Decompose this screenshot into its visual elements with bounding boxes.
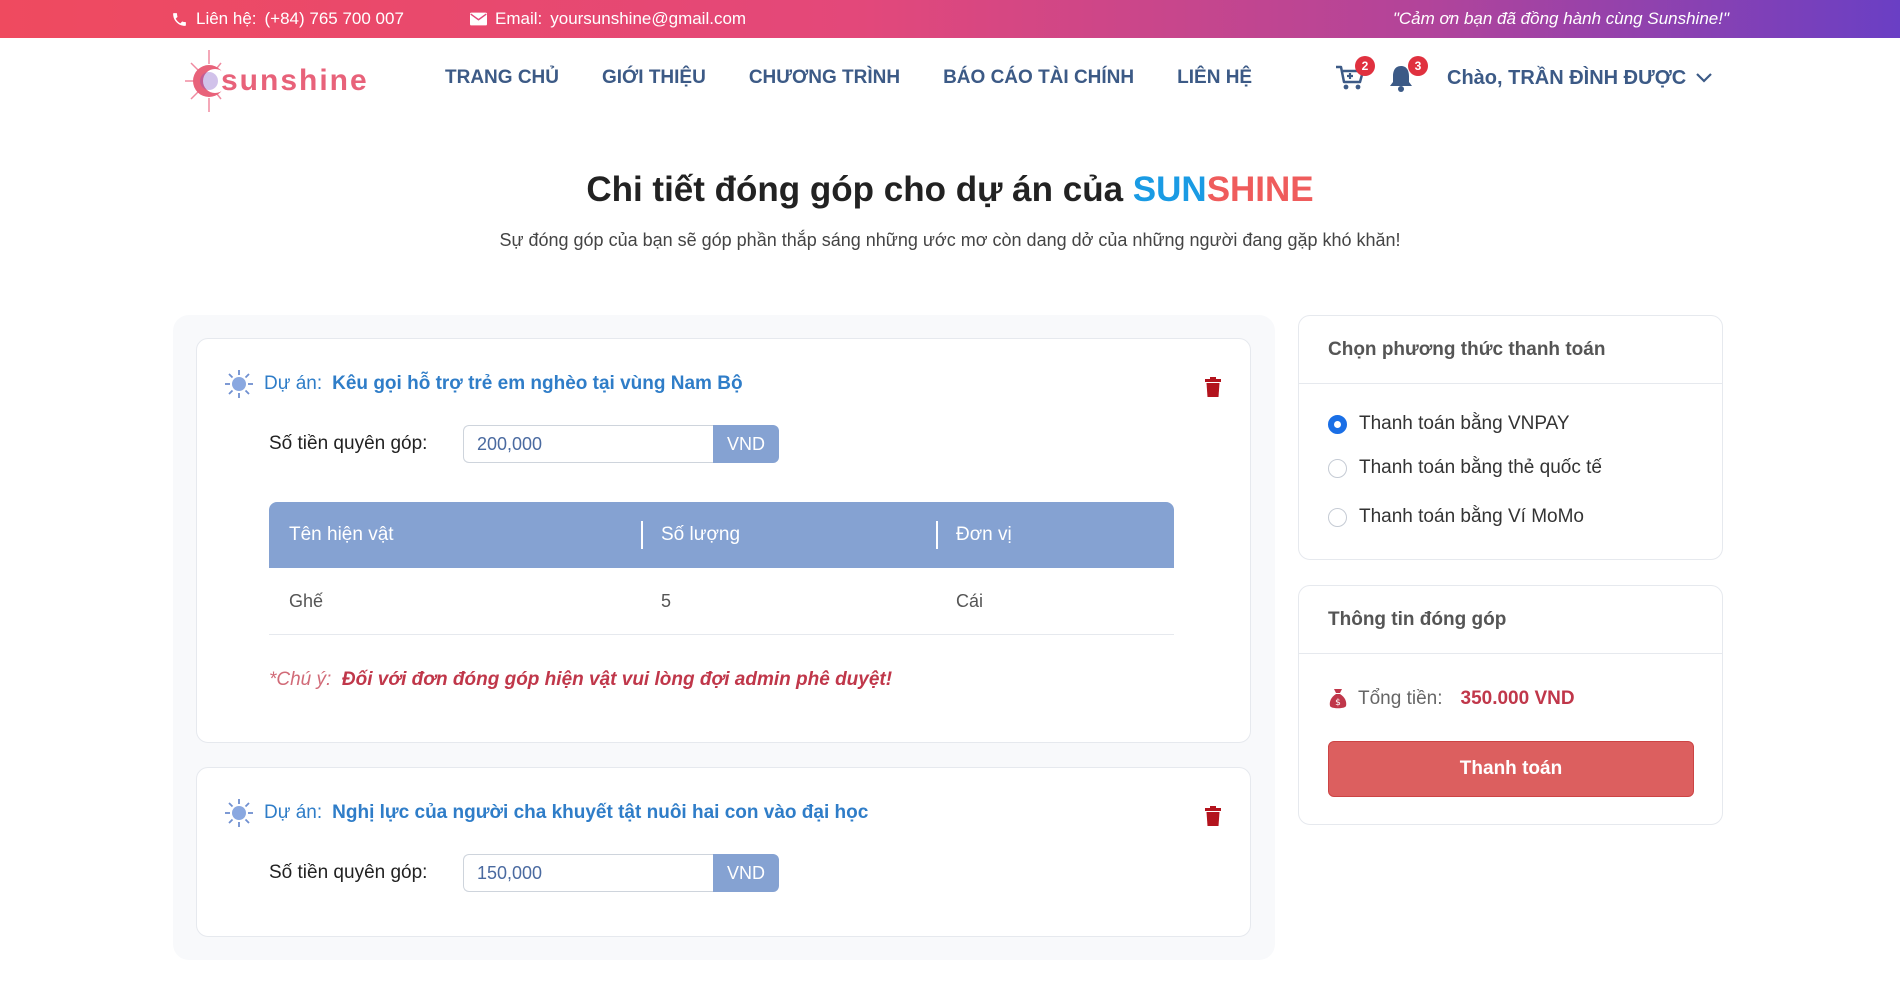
user-menu[interactable]: Chào, TRẦN ĐÌNH ĐƯỢC xyxy=(1447,38,1712,118)
cell-unit: Cái xyxy=(956,590,984,611)
nav-programs[interactable]: CHƯƠNG TRÌNH xyxy=(749,67,900,89)
nav-about[interactable]: GIỚI THIỆU xyxy=(602,67,706,89)
nav-financial-report[interactable]: BÁO CÁO TÀI CHÍNH xyxy=(943,67,1134,89)
total-value: 350.000 VND xyxy=(1460,688,1575,709)
radio-momo[interactable] xyxy=(1328,507,1347,527)
nav-contact[interactable]: LIÊN HỆ xyxy=(1177,67,1252,89)
phone-number[interactable]: (+84) 765 700 007 xyxy=(265,9,404,29)
brand-shine: SHINE xyxy=(1206,170,1314,209)
contribution-card: Dự án: Nghị lực của người cha khuyết tật… xyxy=(196,767,1251,937)
radio-intl-card[interactable] xyxy=(1328,458,1347,478)
sun-icon xyxy=(225,370,253,398)
option-label: Thanh toán bằng Ví MoMo xyxy=(1359,506,1584,527)
payment-option-intl-card[interactable]: Thanh toán bằng thẻ quốc tế xyxy=(1328,457,1602,479)
project-name[interactable]: Nghị lực của người cha khuyết tật nuôi h… xyxy=(332,802,868,824)
email-label: Email: xyxy=(495,9,543,28)
contribution-summary-card: Thông tin đóng góp $ Tổng tiền: 350.000 … xyxy=(1298,585,1723,825)
phone-icon xyxy=(171,11,188,28)
contribution-card: Dự án: Kêu gọi hỗ trợ trẻ em nghèo tại v… xyxy=(196,338,1251,743)
column-header-quantity: Số lượng xyxy=(641,521,936,549)
sun-icon xyxy=(225,799,253,827)
payment-method-card: Chọn phương thức thanh toán Thanh toán b… xyxy=(1298,315,1723,560)
site-logo[interactable]: sunshine xyxy=(183,48,369,114)
amount-label: Số tiền quyên góp: xyxy=(269,862,428,883)
cart-button[interactable]: 2 xyxy=(1335,56,1375,94)
cell-item: Ghế xyxy=(289,590,324,611)
checkout-button[interactable]: Thanh toán xyxy=(1328,741,1694,797)
delete-contribution-button[interactable] xyxy=(1204,806,1222,826)
option-label: Thanh toán bằng thẻ quốc tế xyxy=(1359,457,1602,478)
contact-phone[interactable]: Liên hệ: (+84) 765 700 007 xyxy=(171,0,404,38)
project-label: Dự án: xyxy=(264,373,323,394)
main-header: sunshine TRANG CHỦ GIỚI THIỆU CHƯƠNG TRÌ… xyxy=(0,38,1900,118)
currency-addon: VND xyxy=(713,854,779,892)
phone-label: Liên hệ: xyxy=(196,9,257,28)
payment-option-momo[interactable]: Thanh toán bằng Ví MoMo xyxy=(1328,506,1584,528)
page-title: Chi tiết đóng góp cho dự án của SUNSHINE xyxy=(0,170,1900,210)
option-label: Thanh toán bằng VNPAY xyxy=(1359,413,1570,434)
summary-title: Thông tin đóng góp xyxy=(1299,586,1722,654)
amount-row: Số tiền quyên góp: VND xyxy=(269,854,779,892)
delete-contribution-button[interactable] xyxy=(1204,377,1222,397)
email-address[interactable]: yoursunshine@gmail.com xyxy=(550,9,746,29)
trash-icon xyxy=(1205,377,1221,397)
top-contact-bar: Liên hệ: (+84) 765 700 007 Email: yoursu… xyxy=(0,0,1900,38)
cell-quantity: 5 xyxy=(661,590,672,611)
contributions-panel: Dự án: Kêu gọi hỗ trợ trẻ em nghèo tại v… xyxy=(173,315,1275,960)
currency-addon: VND xyxy=(713,425,779,463)
total-row: $ Tổng tiền: 350.000 VND xyxy=(1328,688,1575,710)
page-subtitle: Sự đóng góp của bạn sẽ góp phần thắp sán… xyxy=(499,230,1401,250)
page-title-text: Chi tiết đóng góp cho dự án của xyxy=(586,170,1124,209)
notification-button[interactable]: 3 xyxy=(1388,56,1428,94)
project-label: Dự án: xyxy=(264,802,323,823)
payment-method-title: Chọn phương thức thanh toán xyxy=(1299,316,1722,384)
column-header-unit: Đơn vị xyxy=(936,521,1174,549)
nav-home[interactable]: TRANG CHỦ xyxy=(445,67,559,89)
approval-note: *Chú ý: Đối với đơn đóng góp hiện vật vu… xyxy=(269,669,892,691)
money-bag-icon: $ xyxy=(1329,689,1347,709)
project-name[interactable]: Kêu gọi hỗ trợ trẻ em nghèo tại vùng Nam… xyxy=(332,373,742,395)
radio-vnpay[interactable] xyxy=(1328,414,1347,434)
contact-email[interactable]: Email: yoursunshine@gmail.com xyxy=(470,0,746,38)
note-prefix: *Chú ý: xyxy=(269,669,332,690)
chevron-down-icon xyxy=(1696,73,1712,83)
amount-label: Số tiền quyên góp: xyxy=(269,433,428,454)
trash-icon xyxy=(1205,806,1221,826)
amount-input[interactable] xyxy=(463,425,713,463)
amount-input[interactable] xyxy=(463,854,713,892)
cart-count-badge: 2 xyxy=(1355,56,1375,76)
table-row: Ghế 5 Cái xyxy=(269,568,1174,635)
items-table: Tên hiện vật Số lượng Đơn vị Ghế 5 Cái xyxy=(269,502,1174,635)
total-label: Tổng tiền: xyxy=(1358,688,1443,709)
amount-row: Số tiền quyên góp: VND xyxy=(269,425,779,463)
envelope-icon xyxy=(470,12,487,26)
note-text: Đối với đơn đóng góp hiện vật vui lòng đ… xyxy=(341,669,893,690)
svg-text:$: $ xyxy=(1335,698,1341,708)
brand-sun: SUN xyxy=(1132,170,1207,209)
column-header-item: Tên hiện vật xyxy=(289,524,394,545)
project-heading: Dự án: Nghị lực của người cha khuyết tật… xyxy=(224,798,868,828)
main-nav: TRANG CHỦ GIỚI THIỆU CHƯƠNG TRÌNH BÁO CÁ… xyxy=(445,38,1295,118)
table-header: Tên hiện vật Số lượng Đơn vị xyxy=(269,502,1174,568)
user-greeting: Chào, TRẦN ĐÌNH ĐƯỢC xyxy=(1447,66,1687,89)
project-heading: Dự án: Kêu gọi hỗ trợ trẻ em nghèo tại v… xyxy=(224,369,743,399)
logo-text: sunshine xyxy=(221,64,369,97)
payment-option-vnpay[interactable]: Thanh toán bằng VNPAY xyxy=(1328,413,1570,435)
thanks-message: "Cảm ơn bạn đã đồng hành cùng Sunshine!" xyxy=(1392,9,1729,28)
notification-count-badge: 3 xyxy=(1408,56,1428,76)
